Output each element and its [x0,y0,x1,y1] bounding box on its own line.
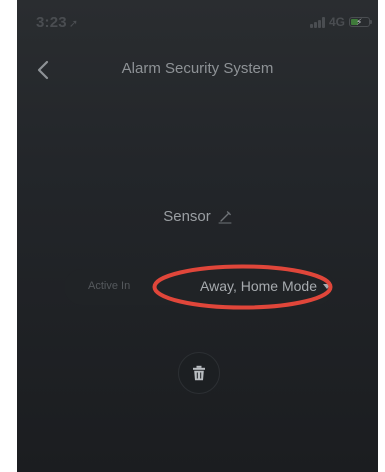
signal-strength-icon [309,16,325,28]
mode-dropdown-value: Away, Home Mode [200,278,317,294]
active-in-label: Active In [88,280,131,292]
caret-down-icon [322,284,331,289]
delete-button[interactable] [178,352,220,394]
sensor-name-row: Sensor [17,208,378,225]
trash-icon [193,365,205,381]
page-title: Alarm Security System [121,60,274,77]
status-bar: 3:23 ➚ 4G ⚡ [17,0,378,44]
status-time: 3:23 ➚ [36,14,78,31]
charging-bolt-icon: ⚡ [356,17,363,27]
location-arrow-icon: ➚ [68,18,79,30]
status-indicators: 4G ⚡ [309,15,372,29]
mode-dropdown[interactable]: Away, Home Mode [200,278,331,294]
network-type: 4G [328,15,345,29]
status-time-text: 3:23 [36,14,67,31]
phone-screen: 3:23➚ 4G ⚡ Alarm Security System Sensor [17,0,378,472]
sensor-name: Sensor [163,208,211,225]
pencil-icon[interactable] [218,210,232,224]
battery-icon: ⚡ [349,17,372,27]
active-in-row: Active In Away, Home Mode [64,269,334,305]
navigation-bar: Alarm Security System [17,52,378,88]
